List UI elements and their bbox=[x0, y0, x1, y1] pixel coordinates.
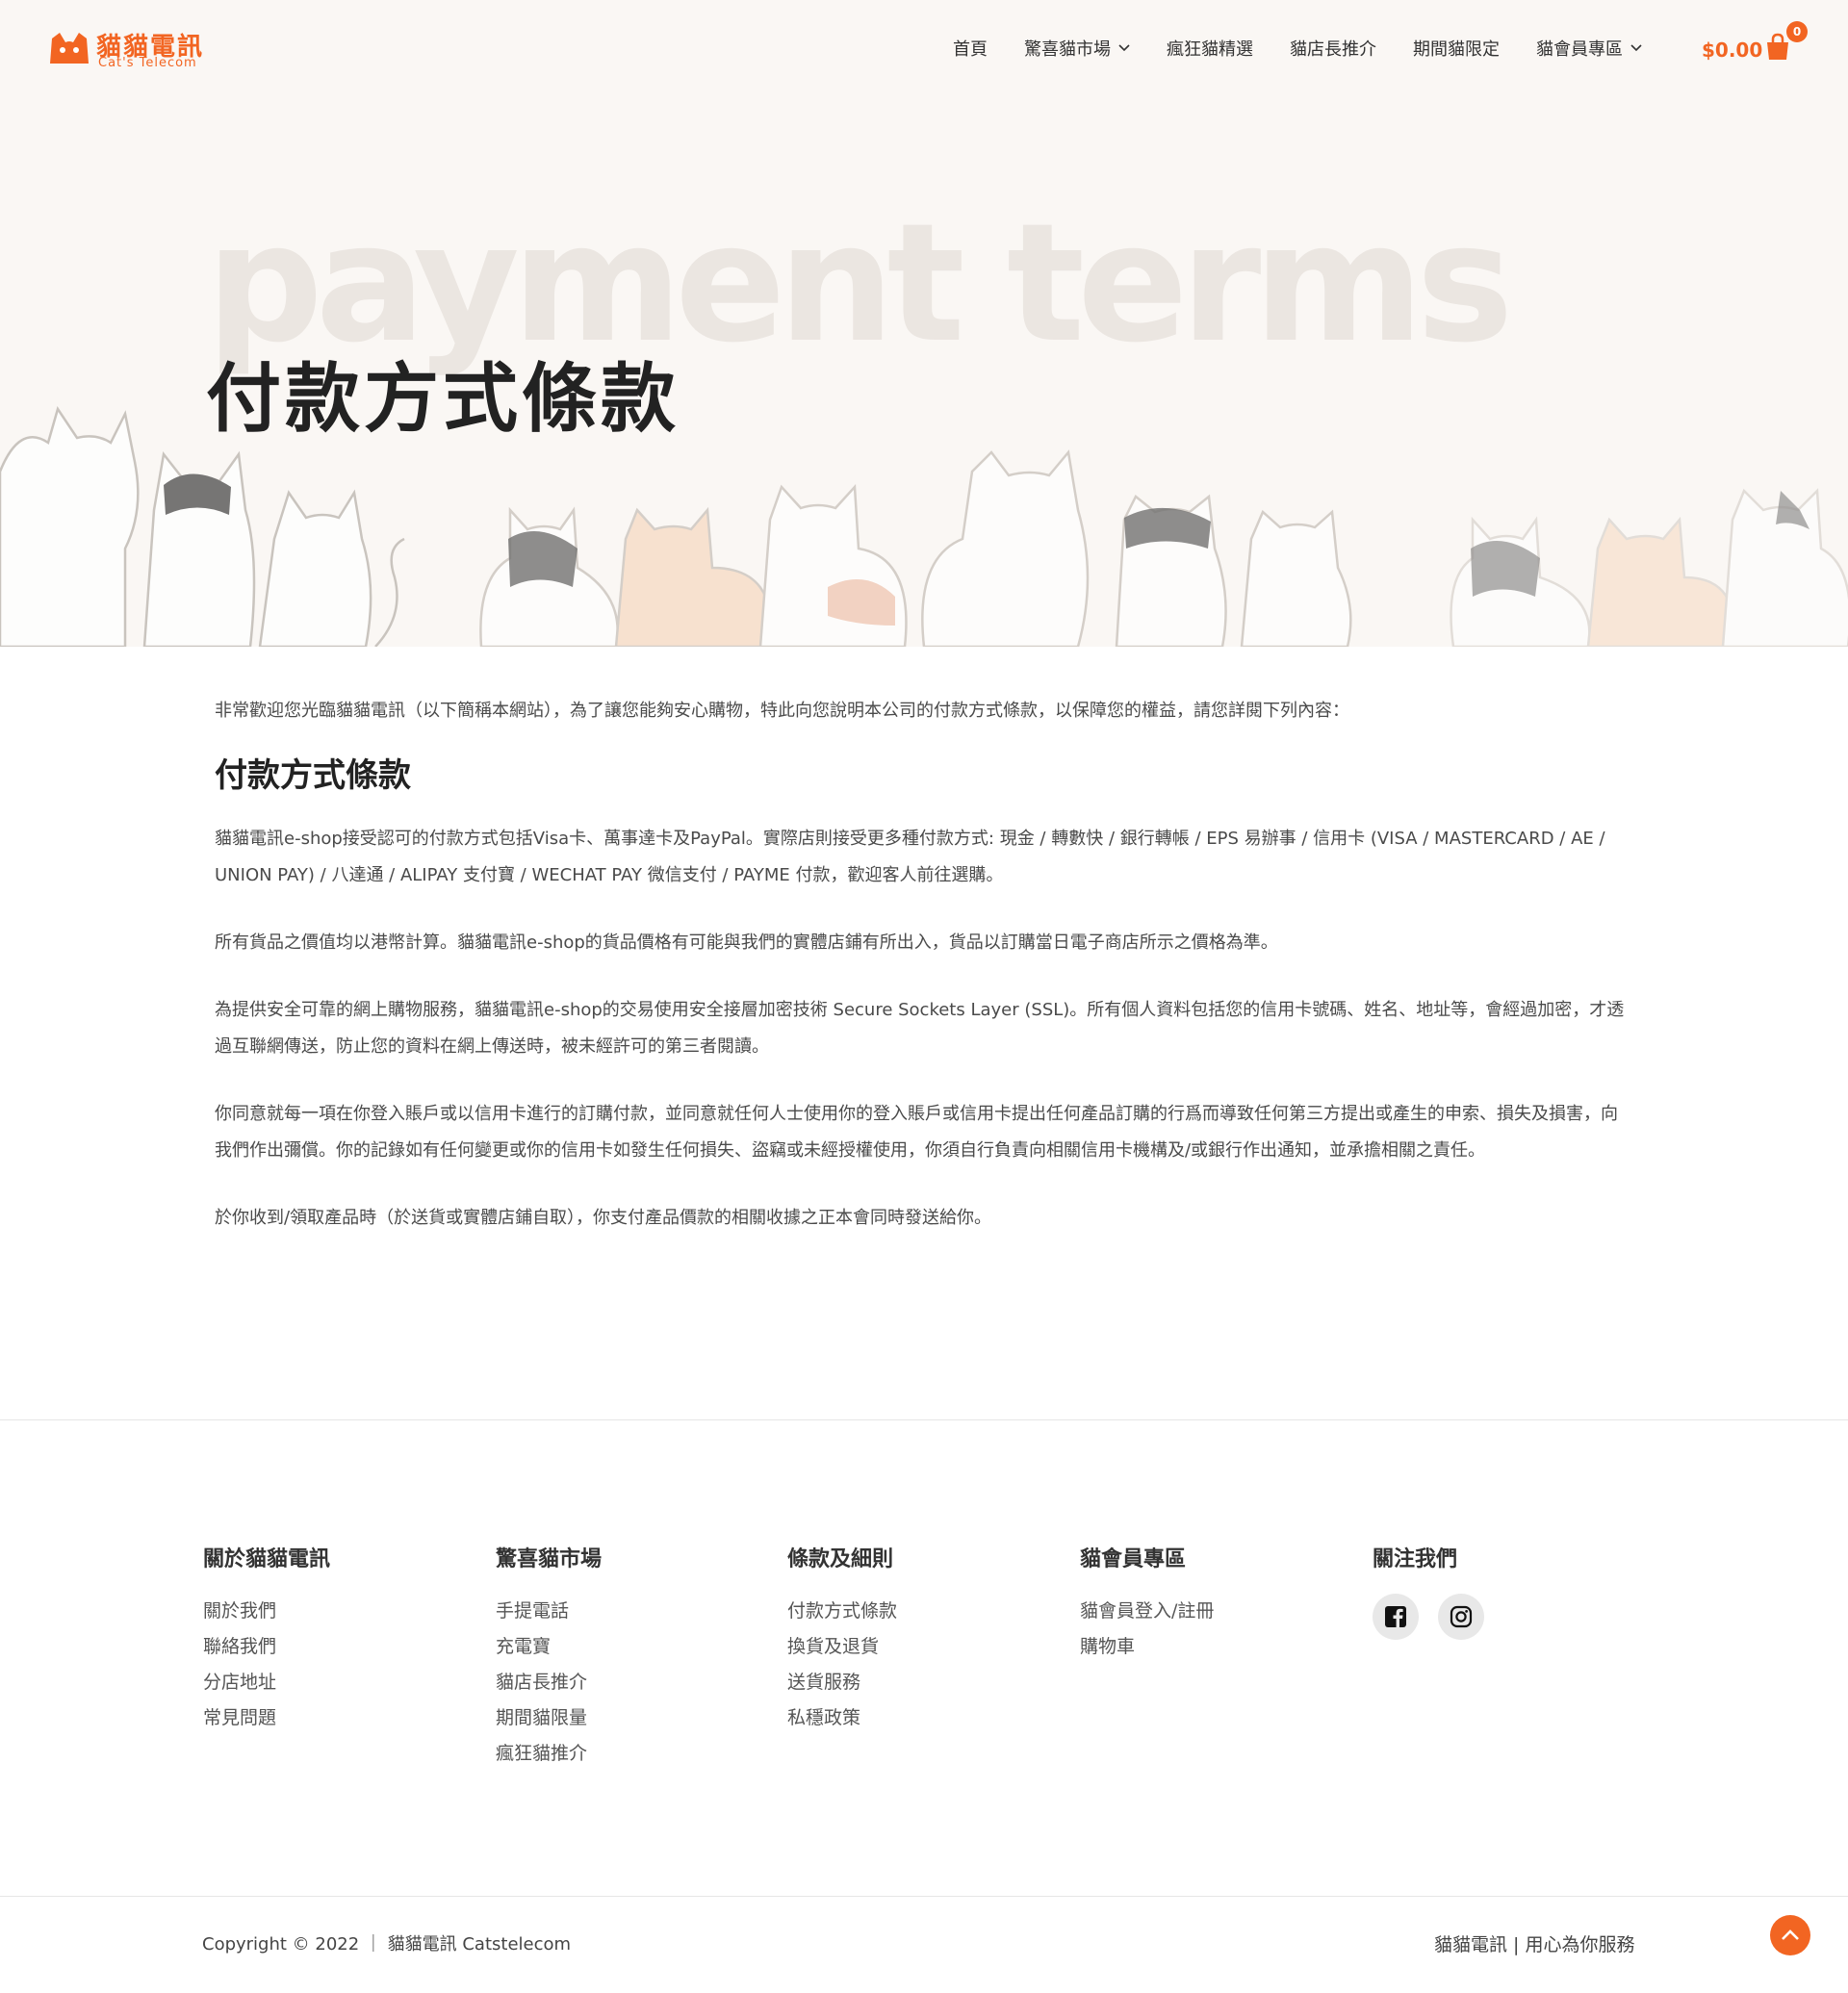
cart-button[interactable]: $0.00 0 bbox=[1702, 21, 1808, 75]
instagram-icon bbox=[1450, 1605, 1473, 1628]
nav-item-home[interactable]: 首頁 bbox=[953, 36, 988, 61]
nav-label: 驚喜貓市場 bbox=[1024, 39, 1111, 60]
facebook-icon bbox=[1385, 1606, 1406, 1627]
footer-link-cart[interactable]: 購物車 bbox=[1080, 1629, 1349, 1665]
nav-label: 貓會員專區 bbox=[1536, 39, 1623, 60]
footer-bottom-divider bbox=[0, 1896, 1848, 1897]
section-heading: 付款方式條款 bbox=[215, 756, 411, 795]
footer-column-market: 驚喜貓市場 手提電話 充電寶 貓店長推介 期間貓限量 瘋狂貓推介 bbox=[496, 1542, 765, 1772]
footer-heading: 關注我們 bbox=[1373, 1547, 1458, 1571]
nav-label: 瘋狂貓精選 bbox=[1167, 39, 1253, 60]
nav-label: 首頁 bbox=[953, 39, 988, 60]
footer-link-mobile-phones[interactable]: 手提電話 bbox=[496, 1594, 765, 1629]
site-logo[interactable]: 貓貓電訊 Cat's Telecom bbox=[48, 27, 221, 70]
footer-link-contact[interactable]: 聯絡我們 bbox=[203, 1629, 473, 1665]
nav-item-member-area[interactable]: 貓會員專區 bbox=[1536, 36, 1642, 61]
paragraph-receipt: 於你收到/領取產品時（於送貨或實體店鋪自取），你支付產品價款的相關收據之正本會同… bbox=[215, 1208, 992, 1228]
chevron-up-icon bbox=[1782, 1929, 1799, 1940]
footer-link-returns[interactable]: 換貨及退貨 bbox=[787, 1629, 1057, 1665]
intro-text: 非常歡迎您光臨貓貓電訊（以下簡稱本網站），為了讓您能夠安心購物，特此向您說明本公… bbox=[215, 701, 1349, 721]
footer-link-about-us[interactable]: 關於我們 bbox=[203, 1594, 473, 1629]
paragraph-currency: 所有貨品之價值均以港幣計算。貓貓電訊e-shop的貨品價格有可能與我們的實體店鋪… bbox=[215, 933, 1278, 953]
nav-item-surprise-market[interactable]: 驚喜貓市場 bbox=[1024, 36, 1130, 61]
cart-total: $0.00 bbox=[1702, 38, 1763, 62]
copyright-text: Copyright © 2022 ｜ 貓貓電訊 Catstelecom bbox=[202, 1934, 572, 1955]
nav-label: 貓店長推介 bbox=[1290, 39, 1376, 60]
chevron-down-icon bbox=[1630, 44, 1642, 52]
social-links bbox=[1373, 1594, 1642, 1640]
scroll-to-top-button[interactable] bbox=[1770, 1915, 1810, 1955]
footer-link-member-login[interactable]: 貓會員登入/註冊 bbox=[1080, 1594, 1349, 1629]
footer-column-members: 貓會員專區 貓會員登入/註冊 購物車 bbox=[1080, 1542, 1349, 1665]
footer-link-branches[interactable]: 分店地址 bbox=[203, 1665, 473, 1700]
logo-subtitle: Cat's Telecom bbox=[98, 56, 197, 70]
footer-column-about: 關於貓貓電訊 關於我們 聯絡我們 分店地址 常見問題 bbox=[203, 1542, 473, 1736]
footer-tagline: 貓貓電訊 | 用心為你服務 bbox=[1434, 1934, 1635, 1955]
footer-link-limited[interactable]: 期間貓限量 bbox=[496, 1700, 765, 1736]
footer-column-terms: 條款及細則 付款方式條款 換貨及退貨 送貨服務 私穩政策 bbox=[787, 1542, 1057, 1736]
footer-link-faq[interactable]: 常見問題 bbox=[203, 1700, 473, 1736]
cart-count-badge: 0 bbox=[1786, 21, 1808, 42]
footer-link-crazy-picks[interactable]: 瘋狂貓推介 bbox=[496, 1736, 765, 1772]
main-content: 非常歡迎您光臨貓貓電訊（以下簡稱本網站），為了讓您能夠安心購物，特此向您說明本公… bbox=[215, 693, 1633, 1267]
chevron-down-icon bbox=[1118, 44, 1130, 52]
facebook-button[interactable] bbox=[1373, 1594, 1419, 1640]
footer-heading: 驚喜貓市場 bbox=[496, 1547, 603, 1571]
cats-illustration bbox=[0, 406, 1848, 647]
footer-link-power-banks[interactable]: 充電寶 bbox=[496, 1629, 765, 1665]
paragraph-payment-methods: 貓貓電訊e-shop接受認可的付款方式包括Visa卡、萬事達卡及PayPal。實… bbox=[215, 829, 1605, 885]
footer-divider bbox=[0, 1419, 1848, 1420]
footer-link-payment-terms[interactable]: 付款方式條款 bbox=[787, 1594, 1057, 1629]
footer-heading: 關於貓貓電訊 bbox=[203, 1547, 331, 1571]
nav-item-crazy-picks[interactable]: 瘋狂貓精選 bbox=[1167, 36, 1253, 61]
hero-banner: payment terms 付款方式條款 bbox=[0, 0, 1848, 647]
footer-heading: 貓會員專區 bbox=[1080, 1547, 1187, 1571]
paragraph-liability: 你同意就每一項在你登入賬戶或以信用卡進行的訂購付款，並同意就任何人士使用你的登入… bbox=[215, 1104, 1618, 1161]
instagram-button[interactable] bbox=[1438, 1594, 1484, 1640]
paragraph-ssl: 為提供安全可靠的網上購物服務，貓貓電訊e-shop的交易使用安全接層加密技術 S… bbox=[215, 1000, 1625, 1057]
site-header: 貓貓電訊 Cat's Telecom 首頁 驚喜貓市場 瘋狂貓精選 貓店長推介 … bbox=[0, 0, 1848, 96]
footer-link-privacy[interactable]: 私穩政策 bbox=[787, 1700, 1057, 1736]
footer-column-follow: 關注我們 bbox=[1373, 1542, 1642, 1640]
footer-link-manager-picks[interactable]: 貓店長推介 bbox=[496, 1665, 765, 1700]
footer-link-delivery[interactable]: 送貨服務 bbox=[787, 1665, 1057, 1700]
cat-logo-icon bbox=[50, 33, 89, 64]
nav-item-manager-picks[interactable]: 貓店長推介 bbox=[1290, 36, 1376, 61]
main-nav: 首頁 驚喜貓市場 瘋狂貓精選 貓店長推介 期間貓限定 貓會員專區 bbox=[953, 0, 1679, 96]
nav-label: 期間貓限定 bbox=[1413, 39, 1500, 60]
footer-heading: 條款及細則 bbox=[787, 1547, 894, 1571]
nav-item-limited[interactable]: 期間貓限定 bbox=[1413, 36, 1500, 61]
